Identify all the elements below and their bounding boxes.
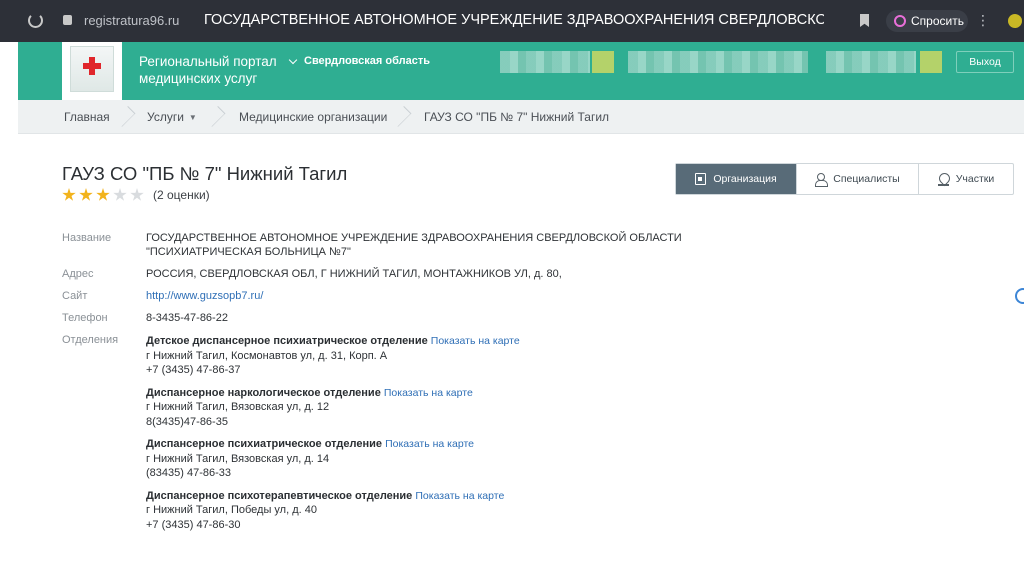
site-label: Сайт [62, 290, 88, 302]
map-pin-icon [937, 173, 949, 186]
redacted-user-info-2 [628, 51, 808, 73]
phone-row: Телефон 8-3435-47-86-22 [62, 312, 722, 334]
department-phone: (83435) 47-86-33 [146, 467, 232, 479]
tab-districts[interactable]: Участки [919, 164, 1013, 194]
tab-specialists-label: Специалисты [833, 173, 900, 185]
redacted-user-info-accent-2 [920, 51, 942, 73]
site-link[interactable]: http://www.guzsopb7.ru/ [146, 290, 722, 312]
logout-button[interactable]: Выход [956, 51, 1014, 73]
phone-value: 8-3435-47-86-22 [146, 312, 228, 324]
department-phone: 8(3435)47-86-35 [146, 415, 228, 428]
department-phone: +7 (3435) 47-86-37 [146, 364, 241, 376]
ask-button[interactable]: Спросить [886, 10, 968, 32]
rating: (2 оценки) [62, 188, 210, 202]
list-item: Диспансерное психотерапевтическое отделе… [146, 489, 722, 533]
portal-title[interactable]: Региональный портал медицинских услуг [139, 53, 289, 87]
department-address: г Нижний Тагил, Космонавтов ул, д. 31, К… [146, 349, 388, 362]
tab-specialists[interactable]: Специалисты [797, 164, 919, 194]
address-value: РОССИЯ, СВЕРДЛОВСКАЯ ОБЛ, Г НИЖНИЙ ТАГИЛ… [146, 268, 562, 280]
bookmark-icon[interactable] [860, 14, 869, 27]
chevron-down-icon [288, 55, 298, 64]
doctor-icon [815, 173, 829, 187]
site-row: Сайт http://www.guzsopb7.ru/ [62, 290, 722, 312]
name-label: Название [62, 232, 112, 244]
breadcrumb-separator [128, 100, 142, 134]
breadcrumb-home[interactable]: Главная [64, 110, 110, 124]
address-bar-url[interactable]: registratura96.ru [84, 13, 179, 28]
breadcrumb-separator [218, 100, 232, 134]
star-empty-icon [113, 188, 127, 201]
redacted-user-info [500, 51, 590, 73]
region-selector[interactable]: Свердловская область [288, 55, 430, 67]
breadcrumb-separator [404, 100, 418, 134]
portal-header: Региональный портал медицинских услуг Св… [18, 42, 1024, 100]
department-address: г Нижний Тагил, Вязовская ул, д. 12 [146, 401, 330, 413]
address-row: Адрес РОССИЯ, СВЕРДЛОВСКАЯ ОБЛ, Г НИЖНИЙ… [62, 268, 722, 290]
redacted-user-info-3 [826, 51, 916, 73]
show-on-map-link[interactable]: Показать на карте [415, 490, 504, 502]
show-on-map-link[interactable]: Показать на карте [384, 387, 473, 399]
list-item: Диспансерное наркологическое отделение П… [146, 386, 722, 430]
more-menu-icon[interactable]: ⋮ [976, 12, 990, 29]
page-title: ГАУЗ СО "ПБ № 7" Нижний Тагил [62, 163, 348, 184]
name-value: ГОСУДАРСТВЕННОЕ АВТОНОМНОЕ УЧРЕЖДЕНИЕ ЗД… [146, 232, 682, 258]
list-item: Диспансерное психиатрическое отделение П… [146, 437, 722, 481]
department-phone: +7 (3435) 47-86-30 [146, 518, 241, 531]
org-details: Название ГОСУДАРСТВЕННОЕ АВТОНОМНОЕ УЧРЕ… [62, 232, 722, 540]
ask-button-label: Спросить [911, 14, 964, 28]
departments-row: Отделения Детское диспансерное психиатри… [62, 334, 722, 540]
org-tabs: Организация Специалисты Участки [675, 163, 1014, 195]
departments-list: Детское диспансерное психиатрическое отд… [146, 334, 722, 540]
rating-count: (2 оценки) [153, 188, 210, 202]
lock-icon[interactable] [63, 15, 72, 25]
side-widget-icon[interactable] [1015, 288, 1024, 304]
region-label: Свердловская область [304, 55, 430, 67]
department-name: Диспансерное психиатрическое отделение [146, 438, 383, 450]
reload-icon[interactable] [28, 13, 43, 28]
department-name: Диспансерное психотерапевтическое отделе… [146, 489, 413, 502]
star-filled-icon [62, 188, 76, 201]
star-filled-icon [79, 188, 93, 201]
redacted-user-info-accent [592, 51, 614, 73]
browser-toolbar: registratura96.ru ГОСУДАРСТВЕННОЕ АВТОНО… [0, 0, 1024, 42]
tab-organization[interactable]: Организация [676, 164, 797, 194]
breadcrumb-services-label: Услуги [147, 110, 184, 124]
department-name: Диспансерное наркологическое отделение [146, 386, 381, 399]
name-row: Название ГОСУДАРСТВЕННОЕ АВТОНОМНОЕ УЧРЕ… [62, 232, 722, 268]
extension-icon[interactable] [1008, 14, 1022, 28]
star-filled-icon [96, 188, 110, 201]
portal-logo[interactable] [62, 42, 122, 100]
tab-districts-label: Участки [955, 173, 995, 185]
page-title-in-address-bar[interactable]: ГОСУДАРСТВЕННОЕ АВТОНОМНОЕ УЧРЕЖДЕНИЕ ЗД… [204, 12, 824, 28]
breadcrumb-medical-orgs[interactable]: Медицинские организации [239, 110, 387, 124]
clipboard-icon [695, 173, 707, 185]
breadcrumb: Главная Услуги ▼ Медицинские организации … [18, 100, 1024, 134]
departments-label: Отделения [62, 334, 119, 346]
star-empty-icon [130, 188, 144, 201]
list-item: Детское диспансерное психиатрическое отд… [146, 334, 722, 378]
tab-organization-label: Организация [713, 173, 777, 185]
show-on-map-link[interactable]: Показать на карте [431, 335, 520, 347]
assistant-icon [894, 15, 906, 27]
caret-down-icon: ▼ [188, 113, 197, 122]
address-label: Адрес [62, 268, 94, 280]
department-name: Детское диспансерное психиатрическое отд… [146, 335, 428, 347]
department-address: г Нижний Тагил, Вязовская ул, д. 14 [146, 452, 330, 465]
breadcrumb-current: ГАУЗ СО "ПБ № 7" Нижний Тагил [424, 110, 610, 124]
medical-cross-icon-bar [83, 63, 101, 69]
department-address: г Нижний Тагил, Победы ул, д. 40 [146, 504, 317, 516]
show-on-map-link[interactable]: Показать на карте [385, 438, 474, 450]
breadcrumb-services[interactable]: Услуги ▼ [147, 110, 197, 124]
phone-label: Телефон [62, 312, 108, 324]
